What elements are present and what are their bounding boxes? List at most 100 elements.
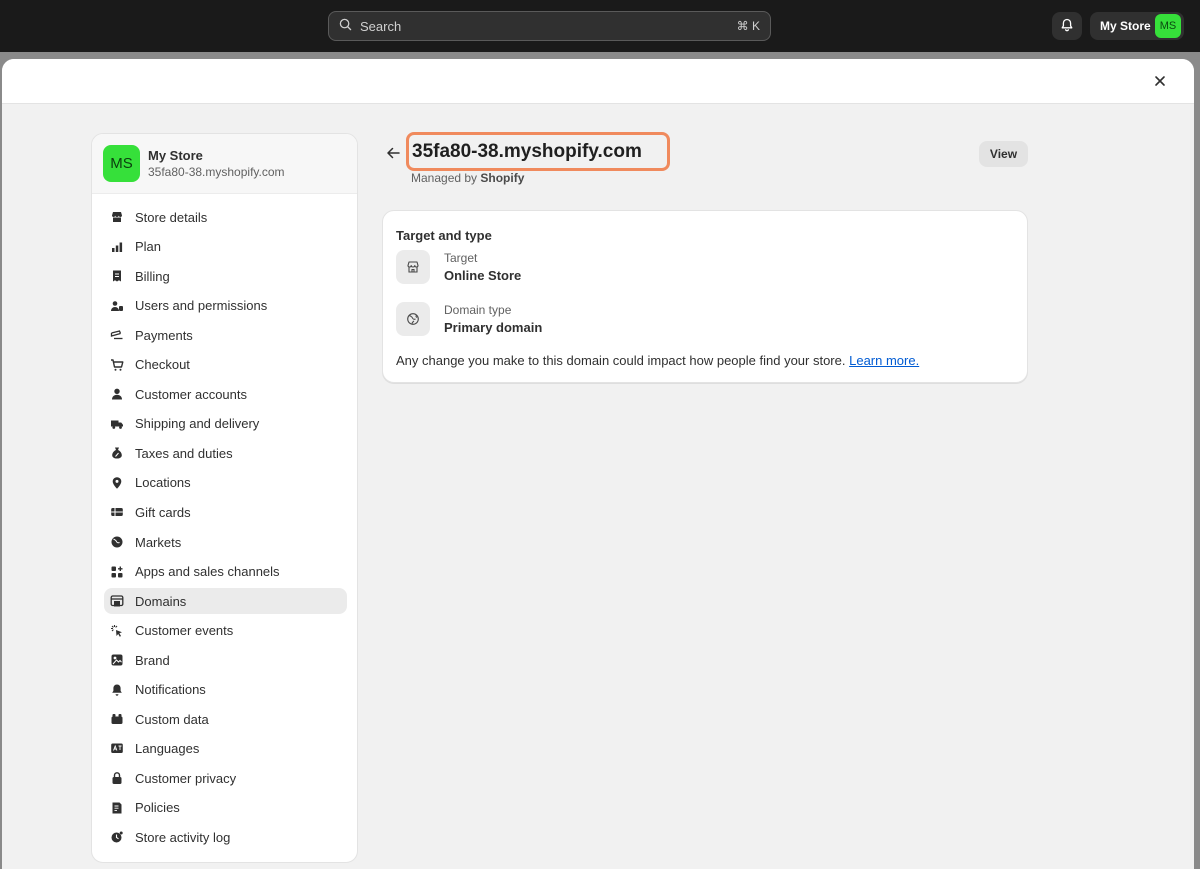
sidebar-item-billing[interactable]: Billing [104,263,347,289]
apps-icon [110,565,124,579]
store-avatar: MS [103,145,140,182]
view-button[interactable]: View [979,141,1028,167]
sidebar-item-label: Gift cards [135,504,191,520]
sidebar-item-label: Brand [135,652,170,668]
sidebar-item-label: Taxes and duties [135,445,233,461]
card-title: Target and type [396,228,492,243]
sidebar-store-name: My Store [148,148,203,163]
sidebar-item-markets[interactable]: Markets [104,529,347,555]
sidebar-item-store-details[interactable]: Store details [104,204,347,230]
person-icon [110,387,124,401]
sidebar-item-customer-accounts[interactable]: Customer accounts [104,381,347,407]
sidebar-item-plan[interactable]: Plan [104,234,347,260]
activity-icon [110,830,124,844]
sidebar-item-gift-cards[interactable]: Gift cards [104,499,347,525]
sidebar-item-label: Users and permissions [135,298,268,314]
close-icon [1154,75,1166,90]
target-type-card: Target and type Target Online Store Doma… [382,210,1028,383]
sidebar-item-customer-privacy[interactable]: Customer privacy [104,765,347,791]
sidebar-item-label: Customer events [135,623,234,639]
database-icon [110,712,124,726]
sidebar-item-label: Customer accounts [135,386,247,402]
globe-icon [396,302,430,336]
sidebar-item-brand[interactable]: Brand [104,647,347,673]
sidebar-item-label: Notifications [135,682,206,698]
target-label: Target [444,251,478,265]
search-placeholder: Search [360,18,402,34]
top-bar: Search ⌘ K My Store MS [0,0,1200,52]
page-title: 35fa80-38.myshopify.com [412,140,642,162]
sidebar-item-policies[interactable]: Policies [104,795,347,821]
globe-icon [110,535,124,549]
store-icon [110,210,124,224]
domain-type-row: Domain type Primary domain [396,302,542,336]
sidebar-item-label: Billing [135,268,170,284]
sidebar-item-store-activity-log[interactable]: Store activity log [104,824,347,850]
sidebar-store-domain: 35fa80-38.myshopify.com [148,165,285,179]
bell-icon [1060,18,1074,35]
back-button[interactable] [384,145,402,163]
store-icon [396,250,430,284]
modal-header [2,59,1194,104]
sidebar-item-label: Payments [135,327,193,343]
sidebar-item-label: Checkout [135,357,190,373]
sidebar-item-shipping-and-delivery[interactable]: Shipping and delivery [104,411,347,437]
bell-icon [110,683,124,697]
settings-modal: MS My Store 35fa80-38.myshopify.com Stor… [2,59,1194,869]
domain-change-note: Any change you make to this domain could… [396,353,919,368]
gift-card-icon [110,505,124,519]
sidebar-item-label: Store activity log [135,829,231,845]
target-value: Online Store [444,268,522,283]
close-button[interactable] [1150,72,1170,92]
truck-icon [110,417,124,431]
store-menu-button[interactable]: My Store MS [1090,12,1184,40]
users-icon [110,299,124,313]
notifications-button[interactable] [1052,12,1082,40]
learn-more-link[interactable]: Learn more. [849,353,919,368]
target-row: Target Online Store [396,250,521,284]
sidebar-item-label: Store details [135,209,208,225]
sidebar-item-label: Shipping and delivery [135,416,260,432]
cursor-icon [110,624,124,638]
sidebar-item-label: Plan [135,239,162,255]
sidebar-item-label: Customer privacy [135,770,237,786]
brand-icon [110,653,124,667]
policy-icon [110,801,124,815]
sidebar-item-apps-and-sales-channels[interactable]: Apps and sales channels [104,559,347,585]
sidebar-item-checkout[interactable]: Checkout [104,352,347,378]
avatar: MS [1155,14,1181,38]
sidebar-item-taxes-and-duties[interactable]: Taxes and duties [104,440,347,466]
sidebar-item-label: Locations [135,475,191,491]
sidebar-item-custom-data[interactable]: Custom data [104,706,347,732]
sidebar-item-domains[interactable]: Domains [104,588,347,615]
settings-sidebar: MS My Store 35fa80-38.myshopify.com Stor… [91,133,358,863]
sidebar-item-label: Custom data [135,711,209,727]
sidebar-item-languages[interactable]: Languages [104,736,347,762]
sidebar-nav: Store details Plan Billing Users and permis… [92,194,357,850]
cart-icon [110,358,124,372]
sidebar-store-header[interactable]: MS My Store 35fa80-38.myshopify.com [92,134,357,194]
lock-icon [110,771,124,785]
domains-icon [110,594,124,608]
sidebar-item-label: Markets [135,534,182,550]
sidebar-item-locations[interactable]: Locations [104,470,347,496]
store-menu-name: My Store [1100,19,1151,33]
sidebar-item-customer-events[interactable]: Customer events [104,618,347,644]
sidebar-item-notifications[interactable]: Notifications [104,677,347,703]
sidebar-item-users-and-permissions[interactable]: Users and permissions [104,293,347,319]
payments-icon [110,328,124,342]
search-icon [339,18,352,34]
sidebar-item-label: Policies [135,800,180,816]
managed-by: Managed by Shopify [411,171,524,185]
page-title-highlight: 35fa80-38.myshopify.com [406,132,670,171]
sidebar-item-payments[interactable]: Payments [104,322,347,348]
search-bar[interactable]: Search ⌘ K [328,11,771,41]
plan-icon [110,240,124,254]
tax-icon [110,446,124,460]
sidebar-item-label: Domains [135,593,187,609]
billing-icon [110,269,124,283]
location-icon [110,476,124,490]
sidebar-item-label: Languages [135,741,200,757]
managed-prefix: Managed by [411,171,478,185]
managed-by-name: Shopify [480,171,525,185]
